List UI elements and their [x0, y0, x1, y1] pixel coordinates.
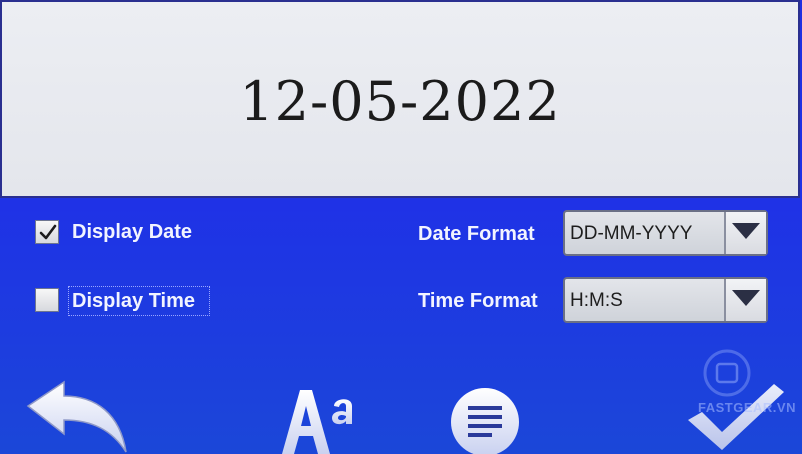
date-format-value: DD-MM-YYYY [570, 223, 693, 244]
display-date-label[interactable]: Display Date [72, 221, 192, 244]
back-arrow-icon [26, 380, 127, 453]
display-date-checkbox[interactable] [35, 220, 59, 244]
back-button[interactable] [26, 380, 130, 454]
triangle-down-icon [732, 223, 760, 239]
watermark-text: FASTGEAR.VN [698, 400, 796, 415]
watermark-logo [702, 348, 752, 403]
time-format-dropdown-button[interactable] [724, 279, 766, 321]
date-preview-panel: 12-05-2022 [0, 0, 800, 198]
time-format-value: H:M:S [570, 290, 623, 311]
date-format-dropdown-button[interactable] [724, 212, 766, 254]
date-format-select[interactable]: DD-MM-YYYY [563, 210, 768, 256]
date-time-settings-screen: 12-05-2022 Display Date Date Format DD-M… [0, 0, 802, 454]
time-format-select[interactable]: H:M:S [563, 277, 768, 323]
display-time-checkbox[interactable] [35, 288, 59, 312]
display-time-label[interactable]: Display Time [72, 290, 195, 313]
font-size-button[interactable] [282, 388, 356, 454]
gear-logo-icon [703, 349, 751, 397]
date-format-label: Date Format [418, 223, 535, 245]
date-preview-text: 12-05-2022 [239, 70, 561, 133]
time-format-label: Time Format [418, 290, 538, 312]
font-size-icon [282, 390, 352, 454]
text-align-icon [451, 388, 519, 454]
triangle-down-icon [732, 290, 760, 306]
checkmark-icon [39, 224, 57, 240]
text-align-button[interactable] [449, 386, 521, 454]
